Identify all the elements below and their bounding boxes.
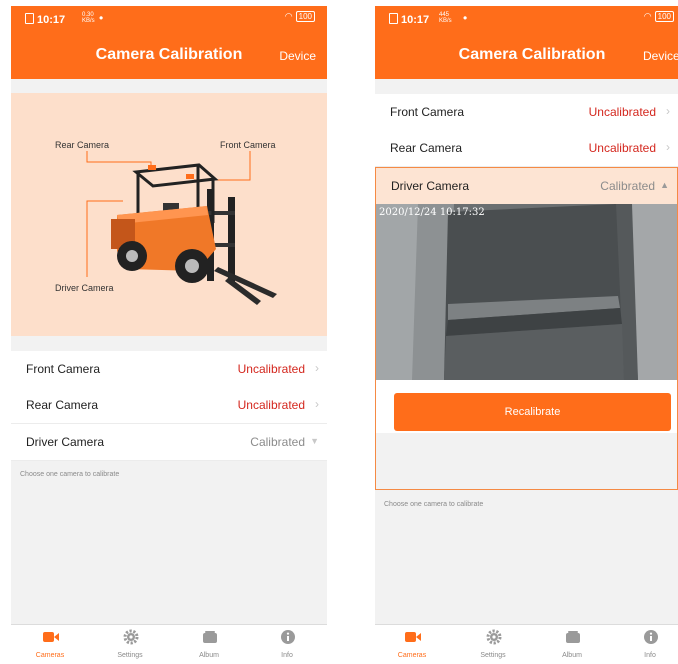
tab-album[interactable]: Album <box>179 625 239 664</box>
preview-timestamp: 2020/12/24 10:17:32 <box>379 207 485 218</box>
network-speed: 0.30 KB/s <box>82 12 95 24</box>
wifi-icon: ◠ <box>284 11 293 21</box>
camera-row-driver[interactable]: Driver Camera Calibrated ▼ <box>11 424 327 461</box>
info-icon <box>281 630 295 644</box>
camera-row-front[interactable]: Front Camera Uncalibrated › <box>11 351 327 388</box>
device-button[interactable]: Device <box>643 49 678 63</box>
camera-name: Driver Camera <box>26 435 105 449</box>
notification-dot: • <box>99 11 104 25</box>
camera-name: Rear Camera <box>26 398 99 412</box>
caret-down-icon: ▼ <box>310 436 319 446</box>
recalibrate-button[interactable]: Recalibrate <box>394 393 671 431</box>
status-icons: ◠ 100 <box>644 11 674 22</box>
chevron-right-icon: › <box>666 140 670 154</box>
device-button[interactable]: Device <box>279 49 316 63</box>
network-speed: 445 KB/s <box>439 12 452 24</box>
status-clock: 10:17 <box>25 13 65 26</box>
camera-row-rear[interactable]: Rear Camera Uncalibrated › <box>375 130 678 167</box>
tab-settings[interactable]: Settings <box>463 625 523 664</box>
tab-cameras[interactable]: Cameras <box>382 625 442 664</box>
forklift-illustration: Rear Camera Front Camera Driver Camera <box>11 93 327 336</box>
status-icons: ◠ 100 <box>285 11 315 22</box>
bottom-tab-bar: Cameras Settings Album Info <box>375 624 678 664</box>
gear-icon <box>486 629 502 645</box>
calibration-screen-overview: 10:17 0.30 KB/s • ◠ 100 Camera Calibration… <box>11 6 327 664</box>
info-icon <box>644 630 658 644</box>
preview-image <box>376 204 677 380</box>
tab-settings[interactable]: Settings <box>100 625 160 664</box>
camera-name: Front Camera <box>390 105 465 119</box>
notification-dot: • <box>463 11 468 25</box>
page-title: Camera Calibration <box>458 46 606 63</box>
tab-info[interactable]: Info <box>620 625 678 664</box>
battery-icon: 100 <box>654 11 674 22</box>
app-header: 10:17 0.30 KB/s • ◠ 100 Camera Calibration… <box>11 6 327 79</box>
status-clock: 10:17 <box>389 13 429 26</box>
app-header: 10:17 445 KB/s • ◠ 100 Camera Calibration … <box>375 6 678 79</box>
calibration-hint: Choose one camera to calibrate <box>20 471 120 478</box>
tab-cameras[interactable]: Cameras <box>20 625 80 664</box>
album-icon <box>566 631 580 643</box>
camera-row-driver[interactable]: Driver Camera Calibrated ▲ <box>376 168 677 204</box>
camera-name: Driver Camera <box>391 179 470 193</box>
calibration-hint: Choose one camera to calibrate <box>384 501 484 508</box>
calibration-status: Uncalibrated <box>237 398 305 412</box>
album-icon <box>203 631 217 643</box>
driver-camera-label: Driver Camera <box>55 283 114 293</box>
forklift-graphic <box>86 151 277 305</box>
calibration-screen-expanded: 10:17 445 KB/s • ◠ 100 Camera Calibration … <box>375 6 678 664</box>
calibration-status: Calibrated <box>600 179 655 193</box>
wifi-icon: ◠ <box>643 11 652 21</box>
video-camera-icon <box>405 632 421 642</box>
camera-row-front[interactable]: Front Camera Uncalibrated › <box>375 94 678 131</box>
camera-preview: 2020/12/24 10:17:32 <box>376 204 677 380</box>
calibration-status: Uncalibrated <box>237 362 305 376</box>
camera-name: Rear Camera <box>390 141 463 155</box>
caret-up-icon: ▲ <box>660 180 669 190</box>
front-camera-label: Front Camera <box>220 140 276 150</box>
gear-icon <box>123 629 139 645</box>
calibration-status: Uncalibrated <box>588 105 656 119</box>
bottom-tab-bar: Cameras Settings Album Info <box>11 624 327 664</box>
calibration-status: Uncalibrated <box>588 141 656 155</box>
camera-name: Front Camera <box>26 362 101 376</box>
rear-camera-label: Rear Camera <box>55 140 110 150</box>
video-camera-icon <box>43 632 59 642</box>
chevron-right-icon: › <box>315 361 319 375</box>
calibration-status: Calibrated <box>250 435 305 449</box>
chevron-right-icon: › <box>315 397 319 411</box>
battery-icon: 100 <box>295 11 315 22</box>
driver-camera-panel: Driver Camera Calibrated ▲ 2020/12/24 10… <box>375 167 678 490</box>
chevron-right-icon: › <box>666 104 670 118</box>
recalibrate-area: Recalibrate <box>376 380 677 433</box>
tab-album[interactable]: Album <box>542 625 602 664</box>
camera-row-rear[interactable]: Rear Camera Uncalibrated › <box>11 387 327 424</box>
tab-info[interactable]: Info <box>257 625 317 664</box>
